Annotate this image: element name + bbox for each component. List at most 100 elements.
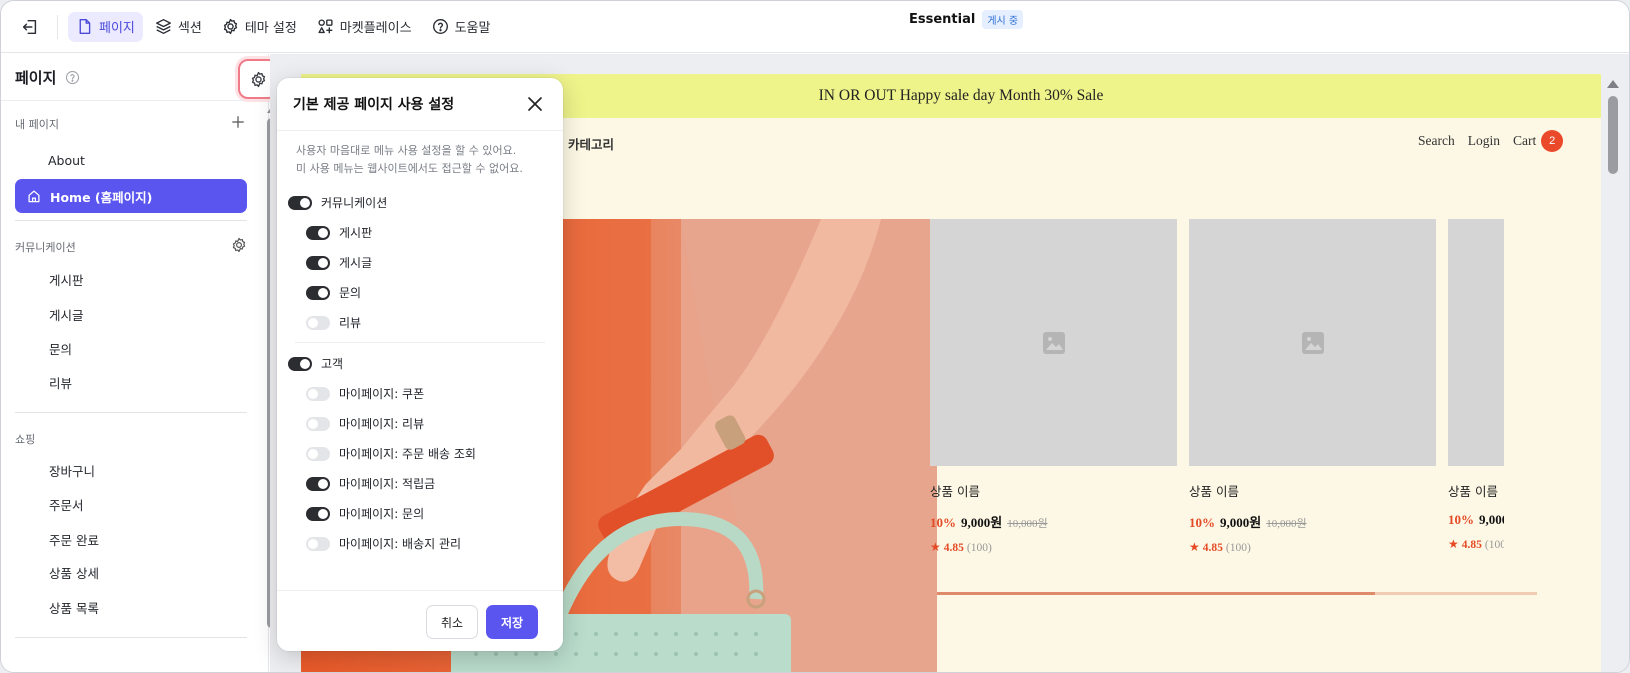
toggle-row-mypage-inquiry[interactable]: 마이페이지: 문의 bbox=[306, 505, 424, 522]
toggle-switch[interactable] bbox=[288, 195, 312, 210]
nav-pages[interactable]: 페이지 bbox=[68, 11, 143, 42]
nav-marketplace[interactable]: 마켓플레이스 bbox=[309, 12, 420, 42]
product-price: 9,000 bbox=[1479, 512, 1504, 527]
toggle-label: 마이페이지: 쿠폰 bbox=[339, 387, 425, 401]
exit-button[interactable] bbox=[13, 10, 47, 44]
sidebar-item-home-label: Home (홈페이지) bbox=[50, 189, 153, 205]
toggle-switch[interactable] bbox=[306, 416, 330, 431]
toggle-label: 게시판 bbox=[339, 226, 373, 240]
product-discount: 10% bbox=[1189, 515, 1215, 530]
dialog-header: 기본 제공 페이지 사용 설정 bbox=[277, 78, 563, 131]
site-nav-login[interactable]: Login bbox=[1468, 133, 1500, 149]
product-original-price: 10,000원 bbox=[1266, 518, 1307, 530]
toggle-label: 문의 bbox=[339, 286, 362, 300]
site-selector[interactable]: Essential 게시 중 bbox=[909, 10, 1024, 29]
sidebar-item-home[interactable]: Home (홈페이지) bbox=[15, 179, 247, 213]
dialog-title: 기본 제공 페이지 사용 설정 bbox=[293, 97, 455, 113]
sidebar-item-product-list[interactable]: 상품 목록 bbox=[49, 598, 99, 617]
product-image-placeholder bbox=[1448, 219, 1504, 466]
sidebar-item-inquiry[interactable]: 문의 bbox=[49, 339, 72, 358]
toggle-row-mypage-address[interactable]: 마이페이지: 배송지 관리 bbox=[306, 535, 461, 552]
nav-sections[interactable]: 섹션 bbox=[147, 12, 210, 42]
toggle-switch[interactable] bbox=[306, 225, 330, 240]
toggle-switch[interactable] bbox=[306, 476, 330, 491]
toggle-label: 마이페이지: 적립금 bbox=[339, 477, 436, 491]
nav-theme-settings[interactable]: 테마 설정 bbox=[214, 12, 305, 42]
sidebar-item-about[interactable]: About bbox=[48, 153, 85, 168]
status-badge: 게시 중 bbox=[982, 10, 1024, 29]
rating-count: (100) bbox=[966, 541, 992, 554]
close-icon[interactable] bbox=[525, 94, 545, 114]
site-nav-category[interactable]: 카테고리 bbox=[559, 134, 614, 153]
product-rating: ★ 4.85 (100 bbox=[1448, 537, 1504, 552]
my-pages-label: 내 페이지 bbox=[15, 118, 59, 131]
sidebar-item-review[interactable]: 리뷰 bbox=[49, 373, 72, 392]
sidebar-item-product-detail[interactable]: 상품 상세 bbox=[49, 563, 99, 582]
dialog-footer: 취소 저장 bbox=[277, 590, 563, 651]
divider bbox=[15, 412, 247, 413]
toggle-row-customer[interactable]: 고객 bbox=[288, 355, 343, 372]
toggle-label: 커뮤니케이션 bbox=[321, 196, 388, 210]
toggle-label: 게시글 bbox=[339, 256, 373, 270]
toggle-switch[interactable] bbox=[306, 285, 330, 300]
product-price: 9,000원 bbox=[961, 515, 1003, 530]
toggle-row-review[interactable]: 리뷰 bbox=[306, 314, 361, 331]
toggle-label: 고객 bbox=[321, 357, 344, 371]
toggle-label: 마이페이지: 문의 bbox=[339, 507, 425, 521]
toggle-row-inquiry[interactable]: 문의 bbox=[306, 284, 361, 301]
toggle-row-mypage-points[interactable]: 마이페이지: 적립금 bbox=[306, 475, 435, 492]
site-nav-search[interactable]: Search bbox=[1418, 133, 1455, 149]
sidebar-item-order[interactable]: 주문서 bbox=[49, 495, 84, 514]
product-discount: 10% bbox=[930, 515, 956, 530]
cancel-button[interactable]: 취소 bbox=[426, 605, 478, 639]
sidebar-item-cart[interactable]: 장바구니 bbox=[49, 461, 95, 480]
site-nav-cart[interactable]: Cart bbox=[1513, 133, 1536, 149]
toggle-row-board[interactable]: 게시판 bbox=[306, 224, 372, 241]
toggle-row-posts[interactable]: 게시글 bbox=[306, 254, 372, 271]
product-slider-progress[interactable] bbox=[937, 592, 1537, 595]
image-placeholder-icon bbox=[1042, 331, 1065, 354]
gear-icon[interactable] bbox=[231, 237, 247, 253]
toggle-switch[interactable] bbox=[306, 446, 330, 461]
toggle-switch[interactable] bbox=[306, 536, 330, 551]
site-name: Essential bbox=[909, 12, 976, 27]
toggle-row-community[interactable]: 커뮤니케이션 bbox=[288, 194, 387, 211]
add-page-icon[interactable] bbox=[231, 115, 245, 129]
product-name: 상품 이름 bbox=[930, 484, 980, 499]
preview-scroll-up-arrow[interactable] bbox=[1607, 80, 1619, 88]
toggle-row-mypage-coupon[interactable]: 마이페이지: 쿠폰 bbox=[306, 385, 424, 402]
sidebar-item-board[interactable]: 게시판 bbox=[49, 270, 84, 289]
sidebar-item-order-complete[interactable]: 주문 완료 bbox=[49, 530, 99, 549]
toggle-switch[interactable] bbox=[306, 255, 330, 270]
divider bbox=[57, 14, 58, 39]
toggle-switch[interactable] bbox=[306, 506, 330, 521]
nav-sections-label: 섹션 bbox=[177, 21, 202, 36]
product-name: 상품 이름 bbox=[1189, 484, 1239, 499]
rating-count: (100) bbox=[1225, 541, 1251, 554]
product-price-row: 10% 9,000 bbox=[1448, 512, 1504, 528]
sidebar-header: 페이지 bbox=[1, 54, 278, 101]
help-icon[interactable] bbox=[65, 70, 80, 85]
nav-help[interactable]: 도움말 bbox=[424, 12, 499, 42]
toggle-row-mypage-review[interactable]: 마이페이지: 리뷰 bbox=[306, 415, 424, 432]
toggle-switch[interactable] bbox=[306, 386, 330, 401]
preview-scrollbar[interactable] bbox=[1608, 96, 1618, 174]
save-button[interactable]: 저장 bbox=[486, 605, 538, 639]
toggle-switch[interactable] bbox=[306, 315, 330, 330]
toggle-switch[interactable] bbox=[288, 356, 312, 371]
divider bbox=[295, 342, 545, 343]
sidebar-item-posts[interactable]: 게시글 bbox=[49, 305, 84, 324]
toggle-row-mypage-order-tracking[interactable]: 마이페이지: 주문 배송 조회 bbox=[306, 445, 476, 462]
top-bar: 페이지 섹션 테마 설정 마켓플레이스 도움말 Essential 게시 중 bbox=[1, 1, 1629, 53]
product-card[interactable]: 상품 이름 10% 9,000 ★ 4.85 (100 bbox=[1448, 219, 1504, 552]
home-icon bbox=[28, 190, 40, 203]
product-discount: 10% bbox=[1448, 512, 1474, 527]
site-nav-right: Search Login Cart 2 bbox=[1418, 130, 1564, 152]
gear-icon bbox=[223, 18, 237, 35]
product-card[interactable]: 상품 이름 10% 9,000원 10,000원 ★ 4.85 (100) bbox=[1189, 219, 1436, 555]
rating-score: 4.85 bbox=[1461, 538, 1482, 551]
product-price: 9,000원 bbox=[1220, 515, 1262, 530]
cart-count-badge: 2 bbox=[1541, 130, 1564, 152]
rating-score: 4.85 bbox=[943, 541, 964, 554]
product-card[interactable]: 상품 이름 10% 9,000원 10,000원 ★ 4.85 (100) bbox=[930, 219, 1177, 555]
